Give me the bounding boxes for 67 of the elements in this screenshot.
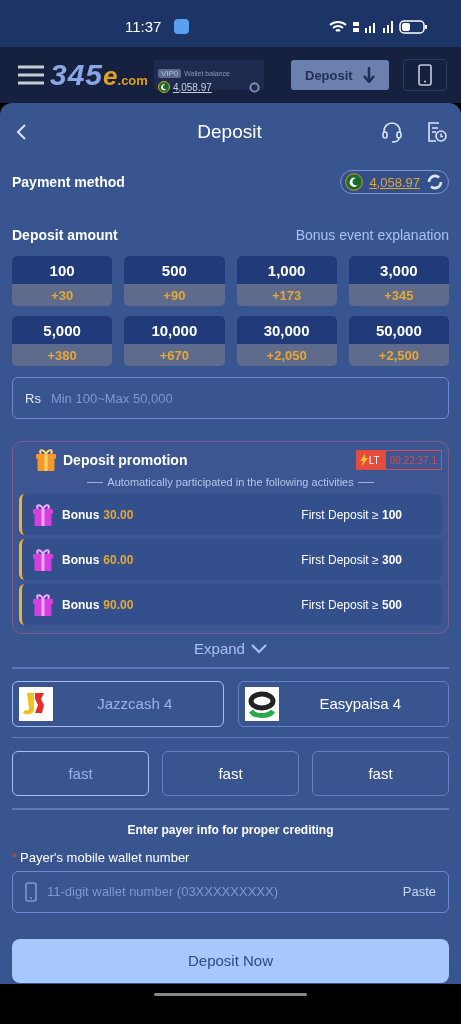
flag-icon <box>345 173 364 191</box>
expand-button[interactable]: Expand <box>194 640 267 657</box>
site-logo[interactable]: 345e.com <box>50 58 148 92</box>
speed-option[interactable]: fast <box>12 751 149 796</box>
bonus-label: Bonus <box>62 597 100 612</box>
promotion-title: Deposit promotion <box>63 452 188 468</box>
deposit-now-button[interactable]: Deposit Now <box>12 938 449 983</box>
currency-prefix: Rs <box>25 390 41 406</box>
speed-option[interactable]: fast <box>162 751 299 796</box>
bonus-amount: 60.00 <box>103 552 134 567</box>
amount-input[interactable]: Min 100~Max 50,000 <box>48 389 436 407</box>
gift-icon <box>32 592 54 617</box>
promotion-subtitle: Automatically participated in the following activities <box>107 476 354 488</box>
amount-option[interactable]: 1,000 +173 <box>236 256 337 306</box>
history-icon[interactable] <box>425 121 447 143</box>
bonus-amount: 30.00 <box>103 507 134 522</box>
home-indicator[interactable] <box>154 992 307 996</box>
battery-icon <box>399 19 427 34</box>
chevron-down-icon <box>250 643 267 654</box>
flag-icon <box>157 81 170 93</box>
bonus-label: Bonus <box>62 552 100 567</box>
bonus-label: Bonus <box>62 507 100 522</box>
payer-info-hint: Enter payer info for proper crediting <box>126 822 335 837</box>
phone-button[interactable] <box>403 59 447 91</box>
amount-field[interactable]: Rs Min 100~Max 50,000 <box>12 377 449 419</box>
app-notification-icon <box>174 19 190 34</box>
signal-icon <box>353 19 393 34</box>
payment-method-label: Payment method <box>12 174 125 190</box>
amount-option[interactable]: 30,000 +2,050 <box>236 316 337 366</box>
amount-option[interactable]: 100 +30 <box>12 256 113 306</box>
amount-option[interactable]: 10,000 +670 <box>124 316 225 366</box>
logo-icon <box>19 686 53 721</box>
gift-icon <box>35 448 57 472</box>
deposit-amount-label: Deposit amount <box>12 227 118 243</box>
bonus-explanation-link[interactable]: Bonus event explanation <box>295 227 449 243</box>
vip-badge: VIP0 <box>157 69 182 78</box>
amount-option[interactable]: 50,000 +2,500 <box>348 316 449 366</box>
wallet-number-input[interactable]: 11-digit wallet number (03XXXXXXXXX) <box>45 883 395 900</box>
bonus-condition: First Deposit ≥ 100 <box>301 507 402 522</box>
bonus-condition: First Deposit ≥ 500 <box>301 597 402 612</box>
payment-channel[interactable]: Easypaisa 4 <box>237 680 449 727</box>
wallet-number-field[interactable]: 11-digit wallet number (03XXXXXXXXX) Paste <box>12 870 449 913</box>
logo-icon <box>244 686 279 721</box>
bonus-amount: 90.00 <box>103 597 134 612</box>
gift-icon <box>32 547 54 572</box>
amount-option[interactable]: 500 +90 <box>124 256 225 306</box>
back-icon[interactable] <box>16 124 28 140</box>
wallet-number-label: Payer's mobile wallet number <box>20 849 190 865</box>
download-icon <box>362 67 375 83</box>
phone-icon <box>418 64 432 86</box>
speed-option[interactable]: fast <box>312 751 449 796</box>
wallet-balance: 4,058.97 <box>172 81 212 93</box>
countdown-badge: LT 00:22:37.1 <box>355 450 442 470</box>
amount-option[interactable]: 5,000 +380 <box>12 316 113 366</box>
payment-channel[interactable]: Jazzcash 4 <box>12 680 224 727</box>
balance-amount: 4,058.97 <box>369 174 420 190</box>
phone-icon <box>25 881 37 902</box>
clock-time: 11:37 <box>125 18 162 35</box>
menu-icon[interactable] <box>18 64 44 86</box>
page-title: Deposit <box>197 121 262 142</box>
gift-icon <box>32 502 54 527</box>
wifi-icon <box>329 19 347 34</box>
paste-button[interactable]: Paste <box>402 884 436 899</box>
required-mark: * <box>12 849 18 865</box>
headset-icon[interactable] <box>381 121 403 143</box>
bonus-condition: First Deposit ≥ 300 <box>301 552 402 567</box>
amount-option[interactable]: 3,000 +345 <box>348 256 449 306</box>
